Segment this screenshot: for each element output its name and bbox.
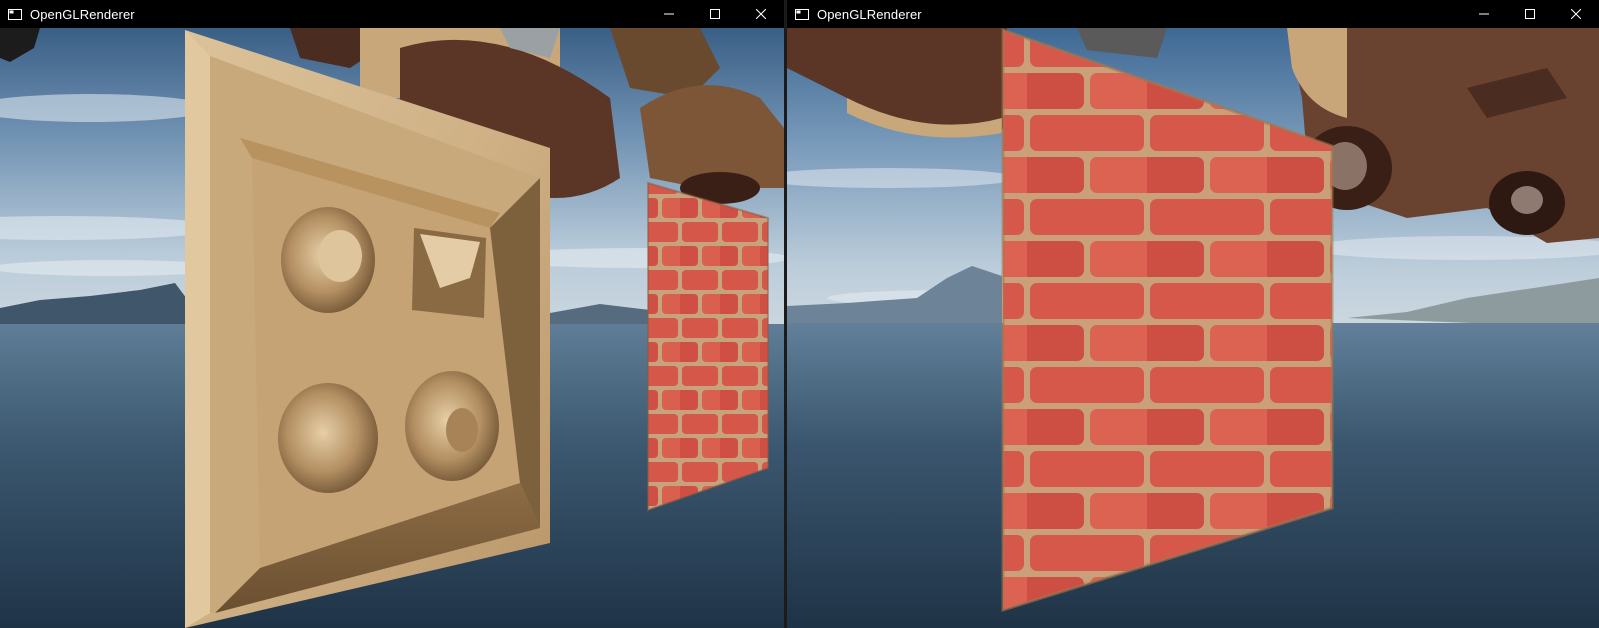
close-button[interactable]	[738, 0, 784, 28]
renderer-window-left[interactable]: OpenGLRenderer	[0, 0, 784, 628]
scene-canvas	[787, 28, 1599, 628]
maximize-button[interactable]	[692, 0, 738, 28]
close-icon	[756, 9, 766, 19]
hole-round-bottom-left	[278, 383, 378, 493]
renderer-window-right[interactable]: OpenGLRenderer	[787, 0, 1599, 628]
app-icon	[795, 8, 809, 20]
maximize-icon	[710, 9, 720, 19]
maximize-icon	[1525, 9, 1535, 19]
scene-canvas	[0, 28, 784, 628]
minimize-icon	[664, 13, 674, 15]
minimize-button[interactable]	[646, 0, 692, 28]
minimize-icon	[1479, 13, 1489, 15]
minimize-button[interactable]	[1461, 0, 1507, 28]
app-icon	[8, 8, 22, 20]
title-bar[interactable]: OpenGLRenderer	[787, 0, 1599, 28]
brick-panel	[647, 181, 769, 512]
render-viewport[interactable]	[787, 28, 1599, 628]
render-viewport[interactable]	[0, 28, 784, 628]
maximize-button[interactable]	[1507, 0, 1553, 28]
window-title: OpenGLRenderer	[817, 6, 922, 22]
window-title: OpenGLRenderer	[30, 6, 135, 22]
title-bar[interactable]: OpenGLRenderer	[0, 0, 784, 28]
close-icon	[1571, 9, 1581, 19]
close-button[interactable]	[1553, 0, 1599, 28]
